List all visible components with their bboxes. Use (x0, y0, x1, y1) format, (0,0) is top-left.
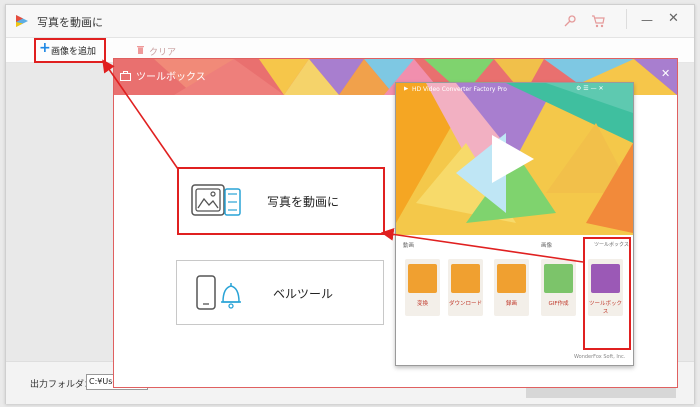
annotation-arrows (102, 59, 584, 263)
arrow-to-photo-button (380, 228, 584, 263)
arrow-to-add-images (102, 59, 179, 170)
